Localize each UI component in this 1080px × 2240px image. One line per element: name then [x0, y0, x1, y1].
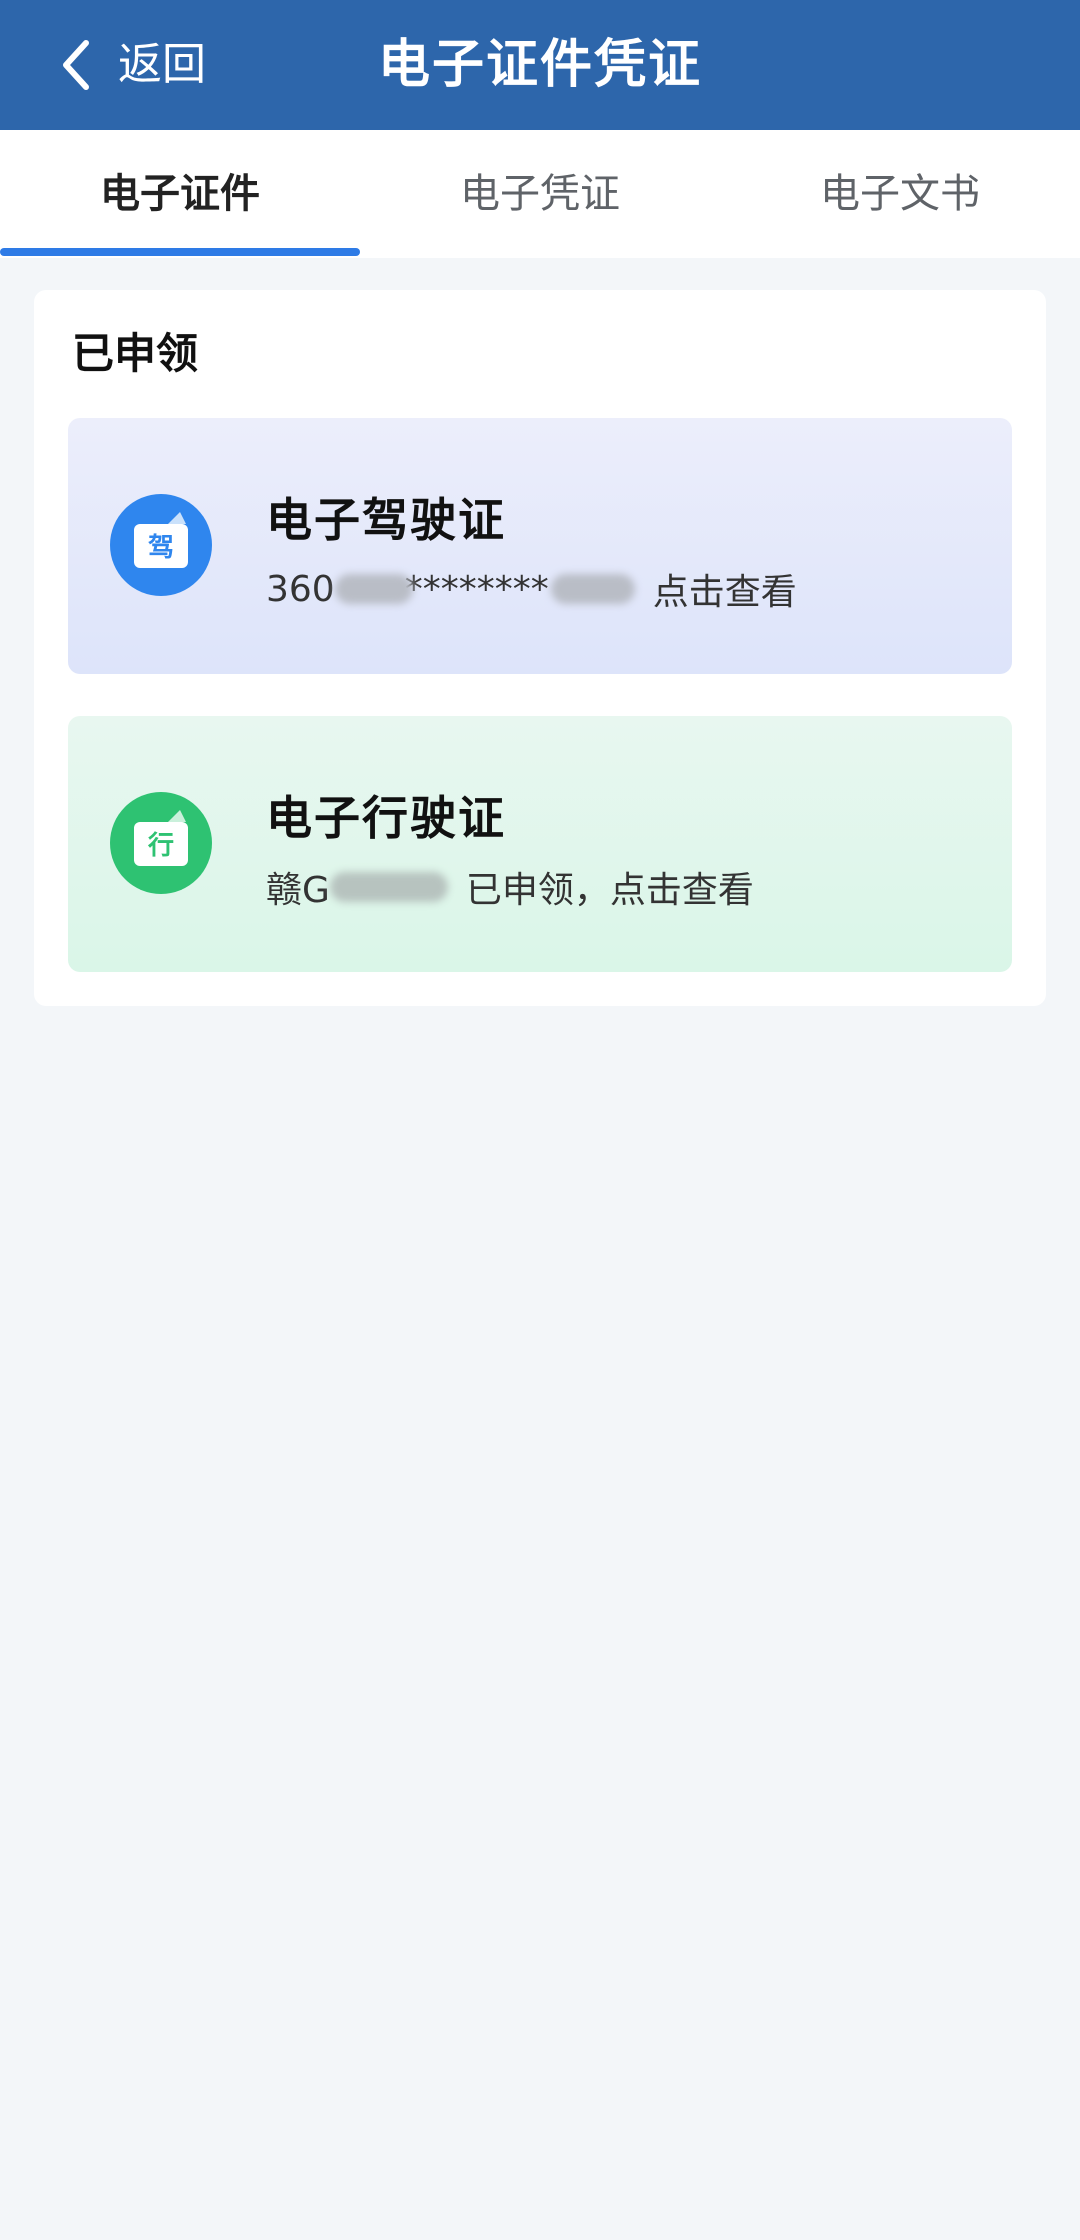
claimed-panel: 已申领 驾 电子驾驶证 360 ******** 点击查看 行 电子行驶证 赣G…	[34, 290, 1046, 1006]
redacted-block	[334, 574, 413, 604]
license-number-mask: ********	[404, 568, 549, 610]
redacted-block	[550, 574, 635, 604]
vehicle-license-card[interactable]: 行 电子行驶证 赣G 已申领，点击查看	[68, 716, 1012, 972]
view-action-text: 点击查看	[652, 572, 797, 613]
tab-electronic-vouchers[interactable]: 电子凭证	[360, 130, 720, 258]
license-number-prefix: 360	[266, 568, 335, 610]
section-title: 已申领	[72, 329, 199, 378]
view-action-text: 已申领，点击查看	[465, 870, 754, 911]
active-tab-indicator	[0, 248, 360, 256]
page-title: 电子证件凭证	[377, 35, 702, 95]
redacted-block	[329, 872, 448, 902]
tab-bar: 电子证件 电子凭证 电子文书	[0, 130, 1080, 258]
app-header: 返回 电子证件凭证	[0, 0, 1080, 130]
tab-electronic-certificates[interactable]: 电子证件	[0, 130, 360, 258]
plate-number-prefix: 赣G	[266, 870, 330, 911]
vehicle-license-icon: 行	[110, 792, 212, 894]
driver-license-icon: 驾	[110, 494, 212, 596]
card-subtitle: 360 ******** 点击查看	[266, 564, 797, 614]
card-title: 电子行驶证	[266, 791, 506, 845]
card-title: 电子驾驶证	[266, 493, 506, 547]
tab-electronic-documents[interactable]: 电子文书	[720, 130, 1080, 258]
driver-license-card[interactable]: 驾 电子驾驶证 360 ******** 点击查看	[68, 418, 1012, 674]
card-subtitle: 赣G 已申领，点击查看	[266, 862, 754, 912]
